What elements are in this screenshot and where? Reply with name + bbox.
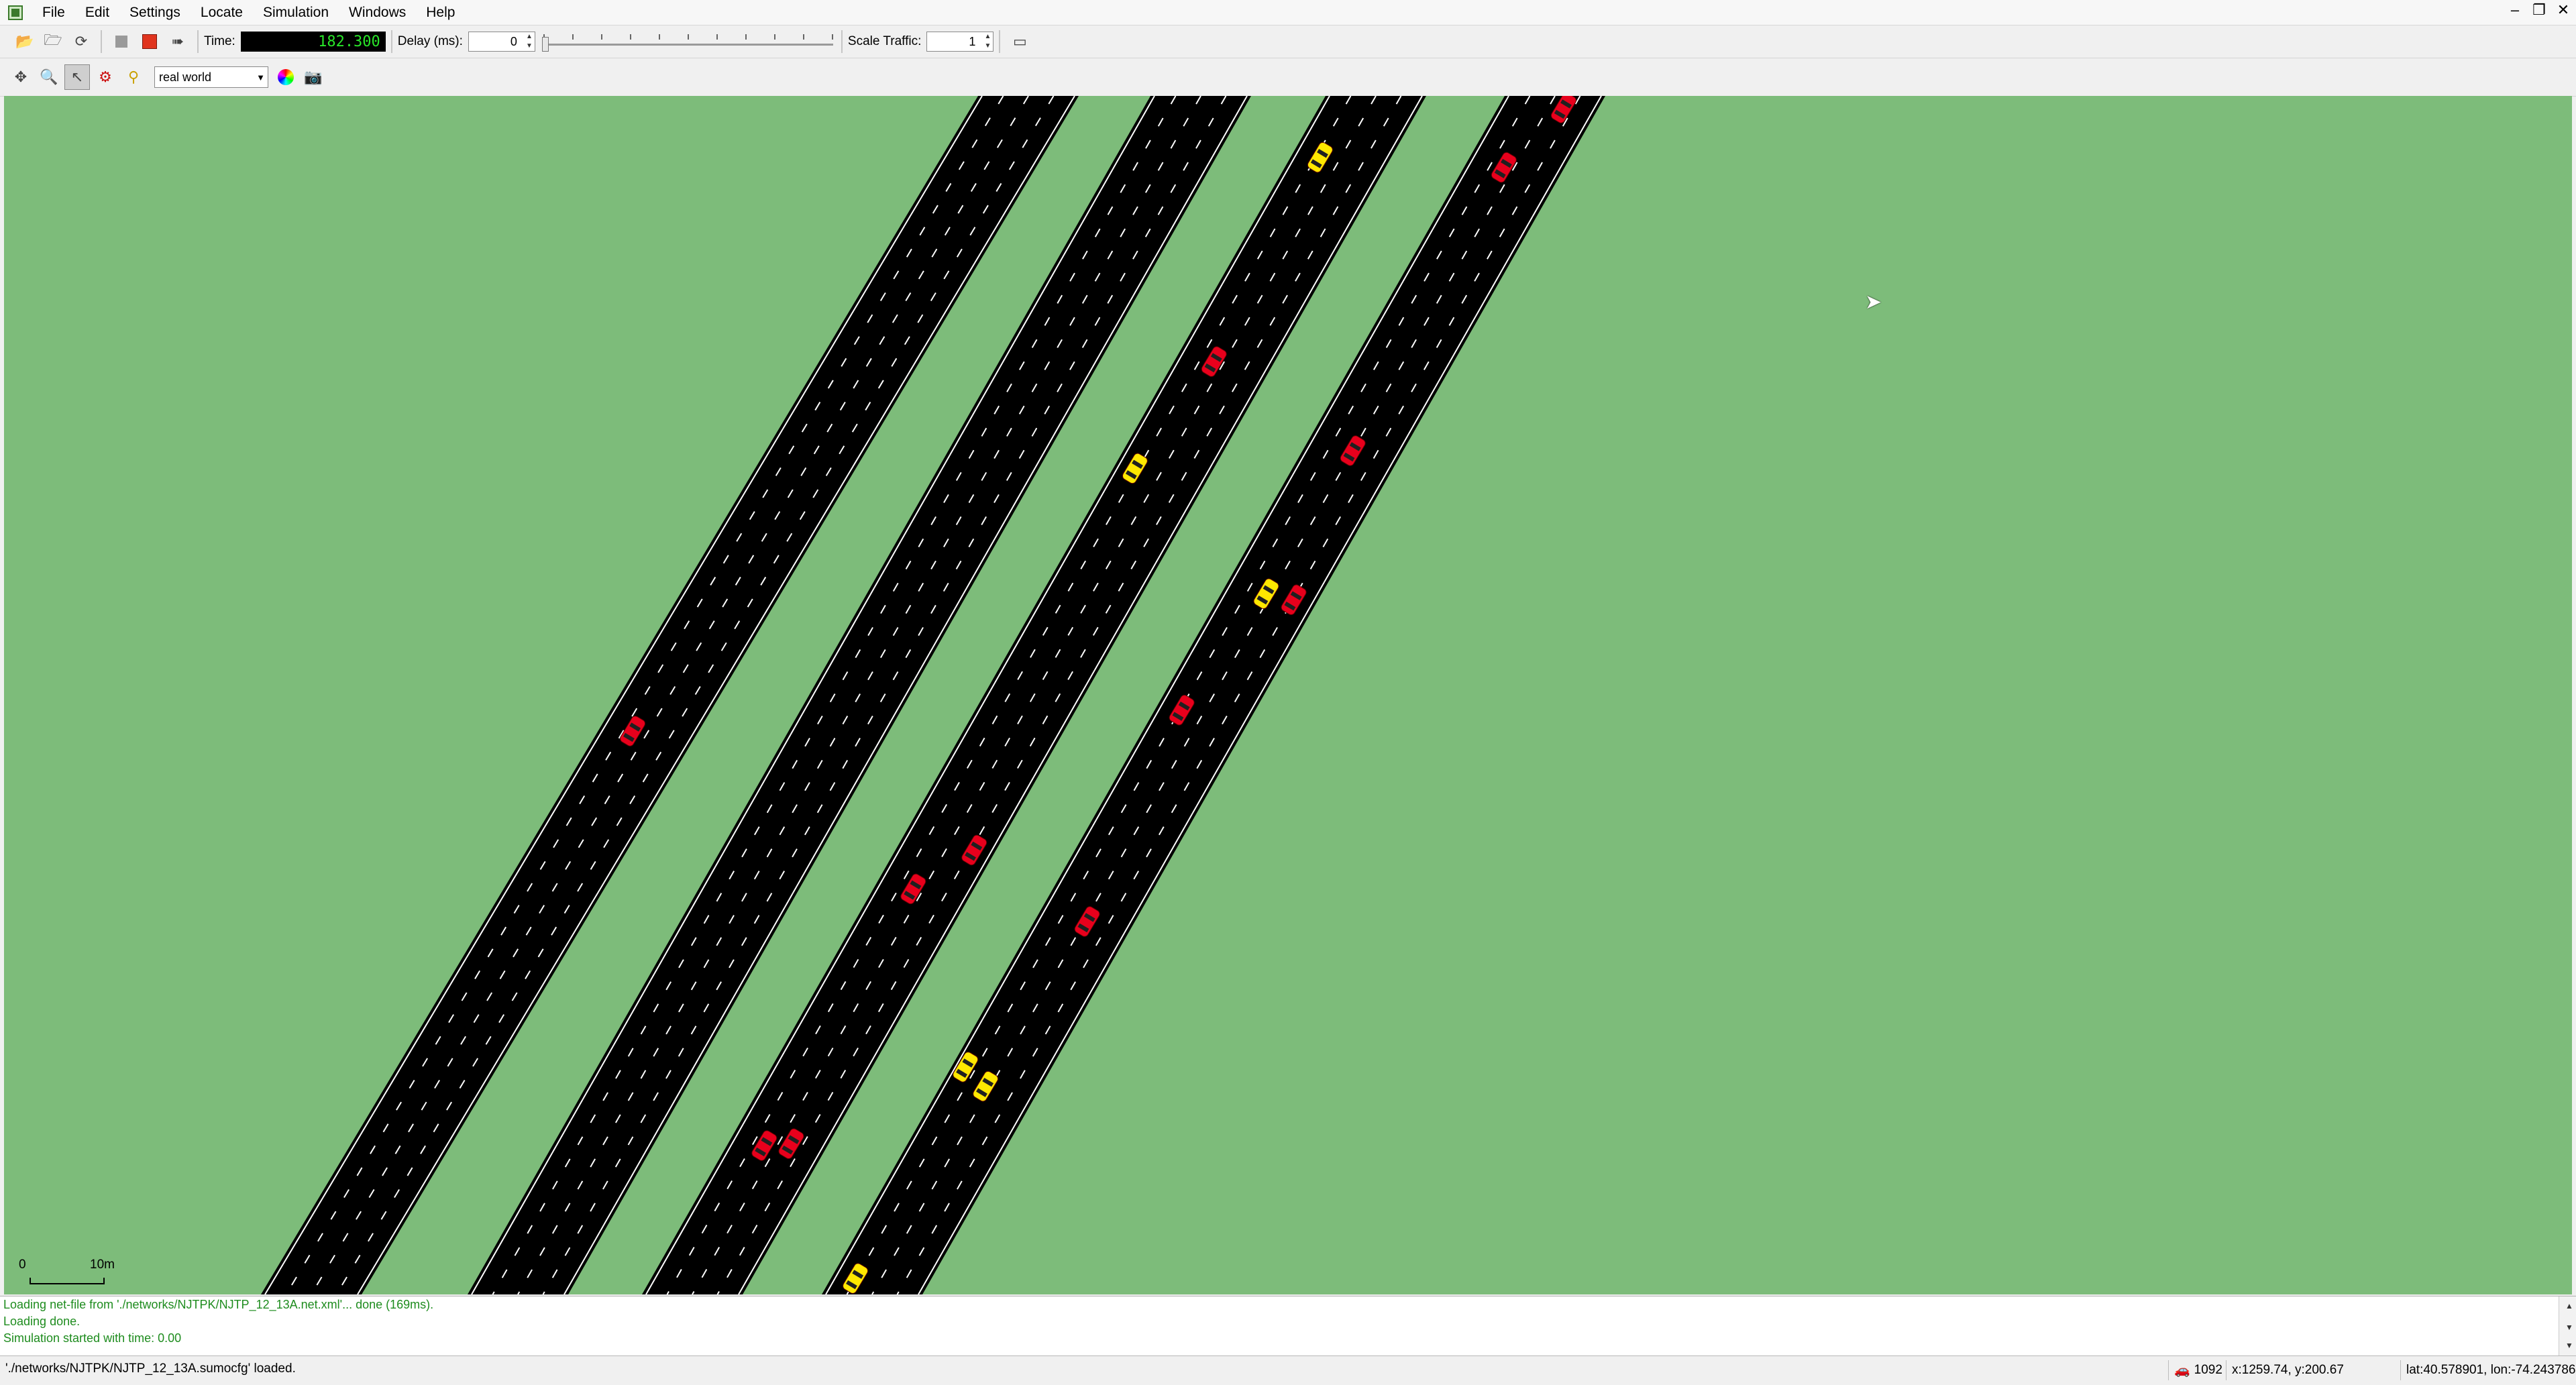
message-line: Simulation started with time: 0.00 (3, 1331, 182, 1345)
vehicle-count-value: 1092 (2194, 1363, 2222, 1377)
menu-bar: File Edit Settings Locate Simulation Win… (0, 0, 2576, 25)
step-icon[interactable]: ➠ (165, 29, 191, 54)
toolbar-separator (999, 30, 1001, 53)
run-icon[interactable] (109, 29, 134, 54)
open-folder-icon[interactable]: 📂 (12, 29, 38, 54)
scroll-down-icon[interactable]: ▼ (2562, 1337, 2573, 1354)
lane-divider (871, 96, 1556, 1294)
delay-slider-thumb[interactable] (541, 37, 549, 52)
locate-junction-icon[interactable]: ⚙ (93, 64, 118, 90)
scale-bar (30, 1283, 105, 1284)
status-message: './networks/NJTPK/NJTP_12_13A.sumocfg' l… (5, 1362, 296, 1376)
stop-icon[interactable] (137, 29, 162, 54)
view-toolbar: ✥ 🔍 ↖ ⚙ ⚲ real world 📷 (0, 58, 2576, 97)
scale-start-label: 0 (19, 1258, 26, 1272)
color-scheme-select[interactable]: real world (154, 66, 268, 88)
recenter-icon[interactable]: ✥ (8, 64, 34, 90)
toolbar-separator (841, 30, 843, 53)
delay-spinner[interactable]: 0 (468, 32, 535, 52)
zoom-icon[interactable]: 🔍 (36, 64, 62, 90)
status-bar: './networks/NJTPK/NJTP_12_13A.sumocfg' l… (0, 1355, 2576, 1385)
simulation-toolbar: 📂 🗁 ⟳ ➠ Time: 182.300 Delay (ms): 0 Scal… (0, 25, 2576, 58)
geo-coordinates: lat:40.578901, lon:-74.243786 (2400, 1360, 2576, 1380)
scale-traffic-spinner[interactable]: 1 (926, 32, 994, 52)
scroll-up-icon[interactable]: ▲ (2562, 1298, 2573, 1315)
scroll-middle-icon[interactable]: ▼ (2562, 1319, 2573, 1336)
menu-simulation[interactable]: Simulation (253, 5, 339, 21)
color-wheel-icon[interactable] (278, 69, 294, 85)
locate-vehicle-icon[interactable]: ⚲ (121, 64, 146, 90)
toolbar-separator (101, 30, 102, 53)
message-scrollbar[interactable]: ▲ ▼ ▼ (2559, 1296, 2576, 1355)
menu-windows[interactable]: Windows (339, 5, 416, 21)
close-icon[interactable]: ✕ (2555, 1, 2572, 19)
menu-settings[interactable]: Settings (119, 5, 191, 21)
scale-traffic-label: Scale Traffic: (847, 34, 922, 48)
reload-icon[interactable]: ⟳ (68, 29, 94, 54)
restore-icon[interactable]: ❐ (2530, 1, 2548, 19)
app-icon (8, 5, 23, 20)
time-display: 182.300 (240, 32, 386, 52)
message-window: Loading net-file from './networks/NJTPK/… (0, 1296, 2576, 1355)
screenshot-icon[interactable]: 📷 (301, 64, 326, 90)
scale-end-label: 10m (90, 1258, 115, 1272)
time-label: Time: (204, 34, 235, 48)
menu-edit[interactable]: Edit (75, 5, 119, 21)
lane-divider (692, 96, 1377, 1294)
window-controls: – ❐ ✕ (2506, 1, 2572, 19)
delay-slider[interactable] (541, 32, 836, 52)
scale-bar-tick (30, 1278, 31, 1284)
message-line: Loading net-file from './networks/NJTPK/… (3, 1298, 434, 1311)
road-network[interactable] (4, 96, 2572, 1294)
toolbar-separator (390, 30, 392, 53)
menu-help[interactable]: Help (416, 5, 465, 21)
scale-bar-tick (103, 1278, 105, 1284)
menu-file[interactable]: File (32, 5, 75, 21)
toolbar-separator (197, 30, 199, 53)
open-network-icon[interactable]: 🗁 (40, 29, 66, 54)
car-icon: 🚗 (2174, 1364, 2190, 1378)
mouse-cursor-icon: ➤ (1865, 291, 1882, 313)
minimize-icon[interactable]: – (2506, 1, 2524, 19)
menu-locate[interactable]: Locate (191, 5, 253, 21)
simulation-view[interactable]: 0 10m ➤ (4, 96, 2572, 1294)
message-line: Loading done. (3, 1315, 80, 1328)
window-icon[interactable]: ▭ (1007, 29, 1032, 54)
vehicle-count: 🚗 1092 (2168, 1360, 2228, 1380)
select-mode-icon[interactable]: ↖ (64, 64, 90, 90)
cursor-coordinates: x:1259.74, y:200.67 (2226, 1360, 2400, 1380)
delay-label: Delay (ms): (397, 34, 463, 48)
